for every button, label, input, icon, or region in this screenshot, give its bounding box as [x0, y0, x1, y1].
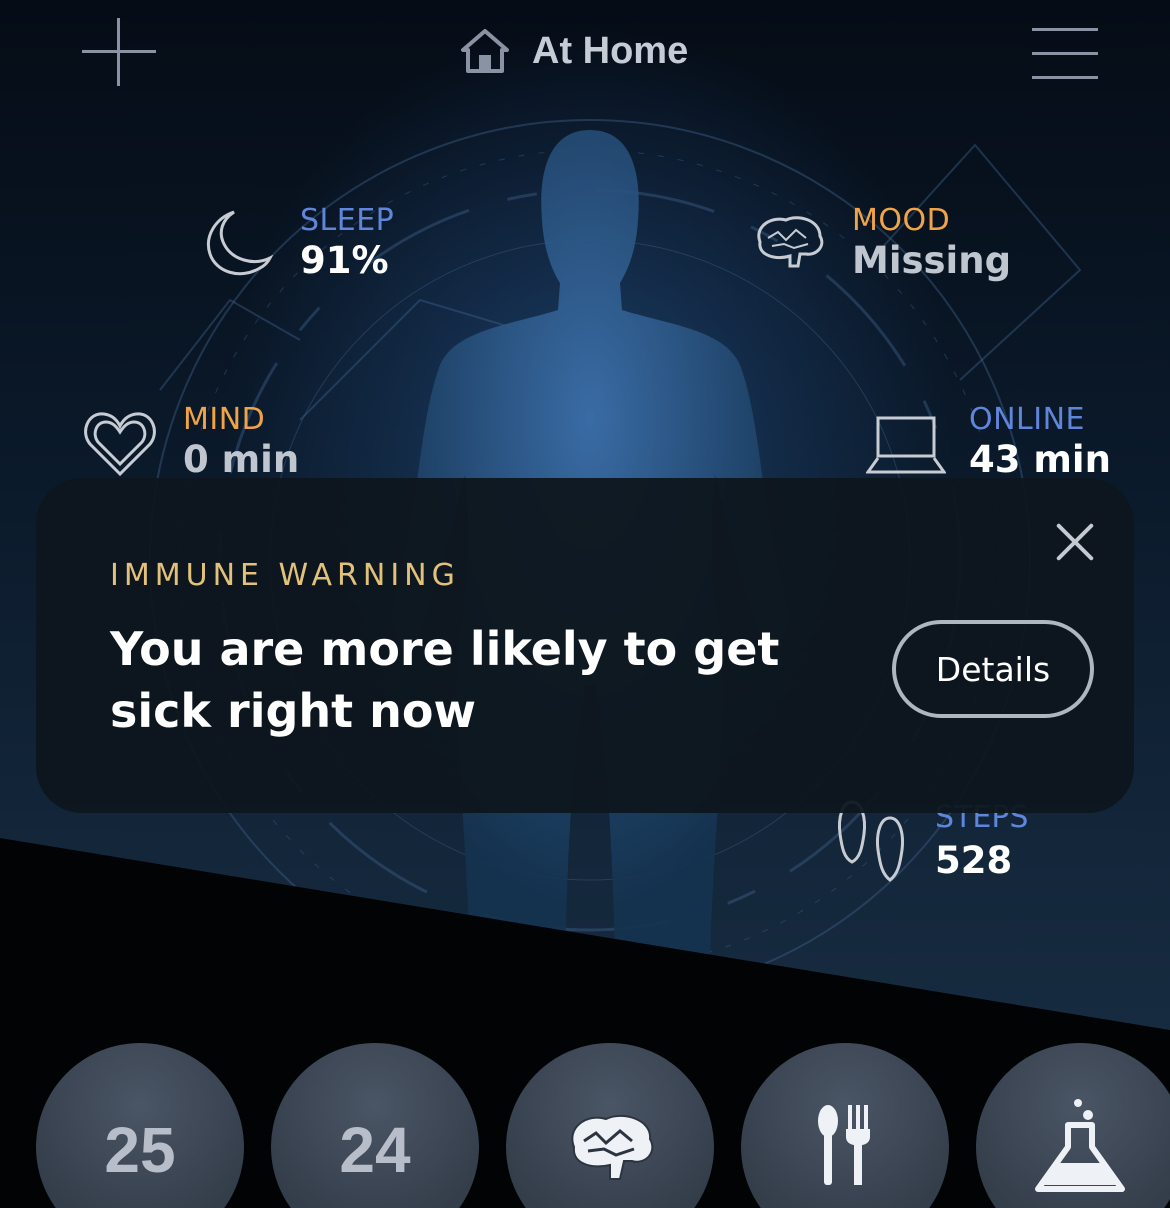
screen: At Home SLEEP 91% MOOD Missing MIND 0 mi… — [0, 0, 1170, 1208]
sleep-label: SLEEP — [300, 203, 395, 238]
mood-metric[interactable]: MOOD Missing — [852, 204, 1011, 284]
mood-value: Missing — [852, 239, 1012, 282]
utensils-icon — [818, 1105, 870, 1185]
online-metric[interactable]: ONLINE 43 min — [969, 403, 1111, 483]
menu-button[interactable] — [1032, 28, 1098, 80]
top-bar: At Home — [0, 0, 1170, 105]
mind-value: 0 min — [183, 438, 300, 481]
close-icon[interactable] — [1054, 521, 1096, 563]
moon-icon — [207, 210, 274, 276]
home-icon — [461, 29, 509, 73]
location-selector[interactable]: At Home — [460, 26, 688, 76]
warning-message: You are more likely to get sick right no… — [110, 622, 780, 738]
sleep-metric[interactable]: SLEEP 91% — [300, 204, 394, 284]
laptop-icon — [866, 416, 946, 474]
mind-label: MIND — [183, 402, 266, 437]
sleep-value: 91% — [300, 239, 389, 282]
add-button[interactable] — [82, 18, 156, 86]
steps-value: 528 — [935, 839, 1013, 882]
location-label: At Home — [532, 29, 689, 72]
day-24-label: 24 — [339, 1114, 411, 1186]
brain-icon — [757, 216, 824, 268]
brain-icon — [571, 1114, 654, 1180]
heart-icon — [84, 412, 156, 477]
mood-label: MOOD — [852, 203, 951, 238]
details-button[interactable]: Details — [892, 620, 1094, 718]
day-25-label: 25 — [104, 1114, 176, 1186]
online-label: ONLINE — [969, 402, 1086, 437]
online-value: 43 min — [969, 438, 1111, 481]
warning-title: IMMUNE WARNING — [110, 558, 460, 593]
flask-icon — [1035, 1099, 1125, 1192]
mind-metric[interactable]: MIND 0 min — [183, 403, 299, 483]
